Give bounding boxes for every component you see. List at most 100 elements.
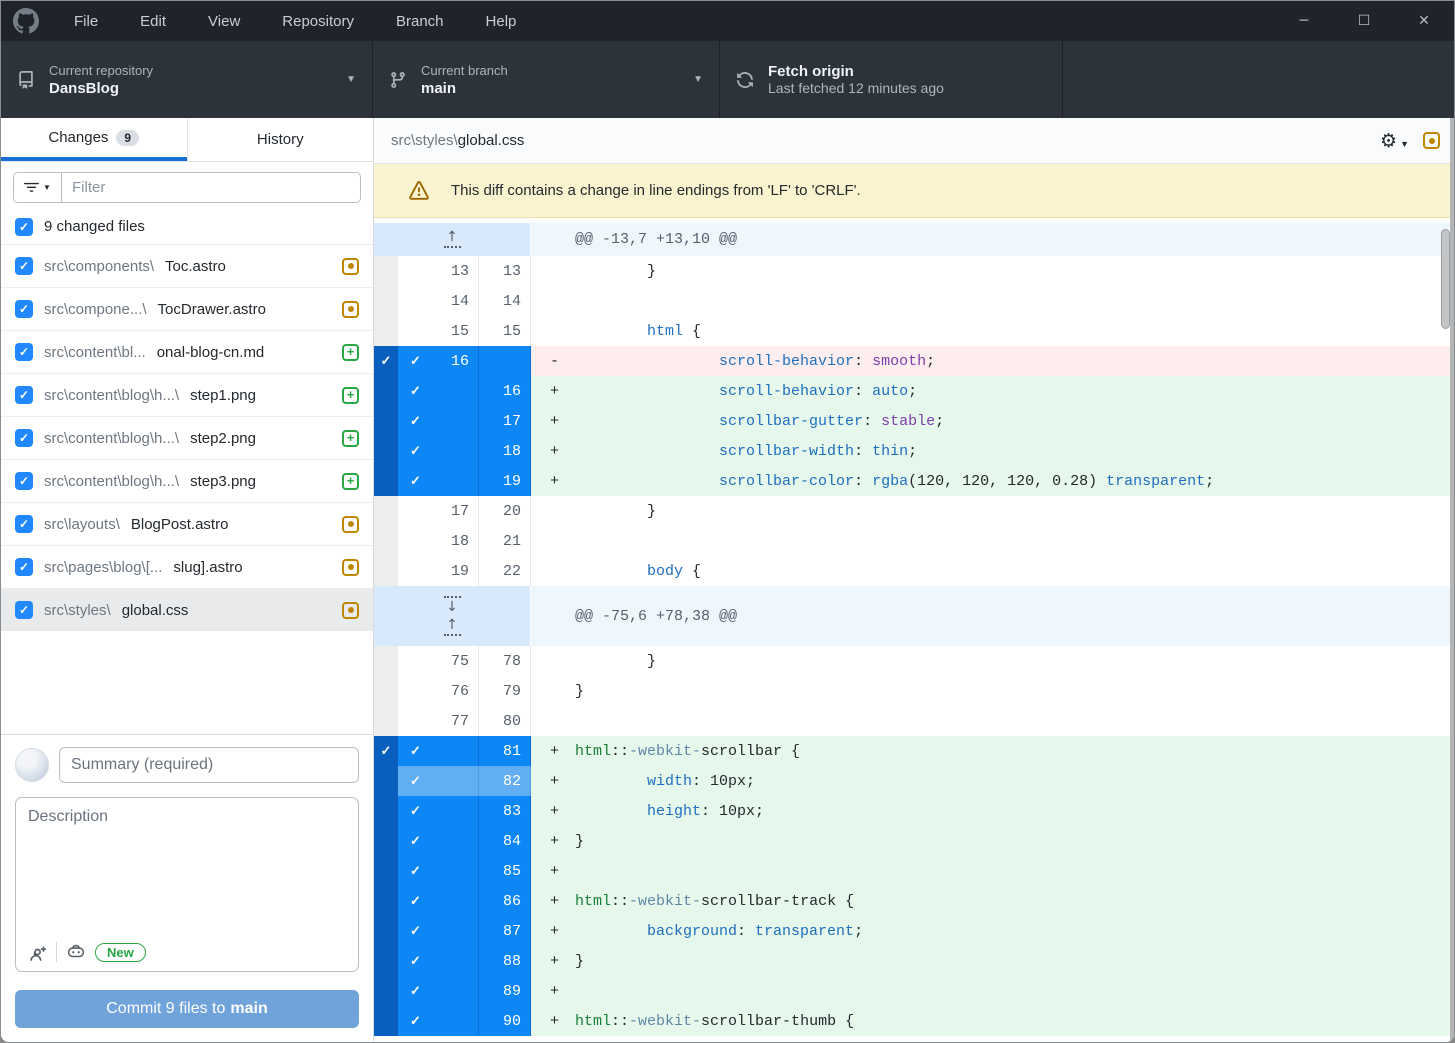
diff-scrollbar-track[interactable] <box>1450 118 1454 1042</box>
diff-line-add[interactable]: ✓90+html::-webkit-scrollbar-thumb { <box>374 1006 1454 1036</box>
line-check-icon[interactable]: ✓ <box>410 893 421 909</box>
hunk-select-gutter[interactable] <box>374 766 398 796</box>
tab-history[interactable]: History <box>187 118 374 161</box>
line-checkbox-gutter[interactable]: ✓ <box>398 886 479 916</box>
line-check-icon[interactable]: ✓ <box>410 923 421 939</box>
diff-line-add[interactable]: ✓85+ <box>374 856 1454 886</box>
line-checkbox-gutter[interactable]: ✓ <box>398 1006 479 1036</box>
line-check-icon[interactable]: ✓ <box>410 773 421 789</box>
line-checkbox-gutter[interactable]: ✓ <box>398 856 479 886</box>
hunk-select-gutter[interactable] <box>374 436 398 466</box>
diff-line-add[interactable]: ✓19+ scrollbar-color: rgba(120, 120, 120… <box>374 466 1454 496</box>
line-checkbox-gutter[interactable]: ✓ <box>398 466 479 496</box>
file-row[interactable]: ✓src\pages\blog\[...slug].astro <box>1 545 373 588</box>
line-check-icon[interactable]: ✓ <box>410 383 421 399</box>
line-check-icon[interactable]: ✓ <box>410 473 421 489</box>
filter-options-button[interactable]: ▼ <box>14 173 62 202</box>
hunk-select-gutter[interactable] <box>374 406 398 436</box>
menu-repository[interactable]: Repository <box>261 1 375 41</box>
hunk-select-gutter[interactable] <box>374 796 398 826</box>
file-checkbox[interactable]: ✓ <box>15 515 33 533</box>
file-checkbox[interactable]: ✓ <box>15 257 33 275</box>
fetch-origin-button[interactable]: Fetch origin Last fetched 12 minutes ago <box>720 41 1063 118</box>
diff-line-add[interactable]: ✓84+} <box>374 826 1454 856</box>
diff-line-add[interactable]: ✓83+ height: 10px; <box>374 796 1454 826</box>
expand-up-icon[interactable]: ↑ <box>444 231 461 249</box>
copilot-icon[interactable] <box>67 943 85 961</box>
menu-file[interactable]: File <box>53 1 119 41</box>
line-checkbox-gutter[interactable]: ✓ <box>398 826 479 856</box>
hunk-select-gutter[interactable] <box>374 916 398 946</box>
line-check-icon[interactable]: ✓ <box>410 833 421 849</box>
commit-description-input[interactable]: Description New <box>15 797 359 972</box>
hunk-select-gutter[interactable] <box>374 1006 398 1036</box>
line-checkbox-gutter[interactable]: ✓ <box>398 736 479 766</box>
diff-line-add[interactable]: ✓✓81+html::-webkit-scrollbar { <box>374 736 1454 766</box>
hunk-select-gutter[interactable] <box>374 826 398 856</box>
diff-line-add[interactable]: ✓82+ width: 10px; <box>374 766 1454 796</box>
select-all-files-row[interactable]: ✓ 9 changed files <box>1 213 373 244</box>
diff-line-del[interactable]: ✓✓16- scroll-behavior: smooth; <box>374 346 1454 376</box>
line-check-icon[interactable]: ✓ <box>410 443 421 459</box>
line-checkbox-gutter[interactable]: ✓ <box>398 376 479 406</box>
tab-changes[interactable]: Changes 9 <box>1 118 187 161</box>
line-check-icon[interactable]: ✓ <box>410 743 421 759</box>
file-row[interactable]: ✓src\styles\global.css <box>1 588 373 631</box>
file-checkbox[interactable]: ✓ <box>15 300 33 318</box>
file-row[interactable]: ✓src\content\bl...onal-blog-cn.md <box>1 330 373 373</box>
minimize-button[interactable]: ─ <box>1274 1 1334 41</box>
line-check-icon[interactable]: ✓ <box>410 1013 421 1029</box>
expand-down-icon[interactable]: ↓ <box>444 595 461 613</box>
line-checkbox-gutter[interactable]: ✓ <box>398 436 479 466</box>
diff-line-add[interactable]: ✓16+ scroll-behavior: auto; <box>374 376 1454 406</box>
commit-button[interactable]: Commit 9 files to main <box>15 990 359 1028</box>
current-repository-button[interactable]: Current repository DansBlog ▼ <box>1 41 373 118</box>
line-checkbox-gutter[interactable]: ✓ <box>398 946 479 976</box>
line-checkbox-gutter[interactable]: ✓ <box>398 916 479 946</box>
expand-up-icon[interactable]: ↑ <box>444 619 461 637</box>
file-row[interactable]: ✓src\content\blog\h...\step3.png <box>1 459 373 502</box>
line-check-icon[interactable]: ✓ <box>410 803 421 819</box>
file-row[interactable]: ✓src\content\blog\h...\step2.png <box>1 416 373 459</box>
diff-options-button[interactable]: ⚙▼ <box>1380 130 1409 152</box>
line-check-icon[interactable]: ✓ <box>410 863 421 879</box>
diff-scrollbar-thumb[interactable] <box>1441 229 1450 329</box>
filter-input[interactable]: Filter <box>62 173 360 202</box>
diff-line-add[interactable]: ✓88+} <box>374 946 1454 976</box>
hunk-select-gutter[interactable] <box>374 886 398 916</box>
diff-line-add[interactable]: ✓87+ background: transparent; <box>374 916 1454 946</box>
close-button[interactable]: ✕ <box>1394 1 1454 41</box>
diff-line-add[interactable]: ✓86+html::-webkit-scrollbar-track { <box>374 886 1454 916</box>
line-check-icon[interactable]: ✓ <box>410 983 421 999</box>
hunk-select-gutter[interactable] <box>374 376 398 406</box>
hunk-select-gutter[interactable] <box>374 976 398 1006</box>
hunk-expand-gutter[interactable]: ↑ <box>374 223 531 256</box>
line-checkbox-gutter[interactable]: ✓ <box>398 796 479 826</box>
diff-line-add[interactable]: ✓89+ <box>374 976 1454 1006</box>
file-checkbox[interactable]: ✓ <box>15 472 33 490</box>
menu-view[interactable]: View <box>187 1 261 41</box>
file-row[interactable]: ✓src\components\Toc.astro <box>1 244 373 287</box>
menu-branch[interactable]: Branch <box>375 1 465 41</box>
file-checkbox[interactable]: ✓ <box>15 343 33 361</box>
hunk-select-gutter[interactable] <box>374 856 398 886</box>
hunk-select-gutter[interactable]: ✓ <box>374 736 398 766</box>
hunk-expand-gutter[interactable]: ↓↑ <box>374 586 531 646</box>
line-checkbox-gutter[interactable]: ✓ <box>398 406 479 436</box>
line-check-icon[interactable]: ✓ <box>410 953 421 969</box>
file-row[interactable]: ✓src\compone...\TocDrawer.astro <box>1 287 373 330</box>
maximize-button[interactable]: ☐ <box>1334 1 1394 41</box>
line-checkbox-gutter[interactable]: ✓16 <box>398 346 479 376</box>
file-checkbox[interactable]: ✓ <box>15 429 33 447</box>
file-checkbox[interactable]: ✓ <box>15 558 33 576</box>
hunk-select-gutter[interactable] <box>374 466 398 496</box>
select-all-checkbox[interactable]: ✓ <box>15 218 33 236</box>
menu-edit[interactable]: Edit <box>119 1 187 41</box>
hunk-select-gutter[interactable] <box>374 946 398 976</box>
diff-line-add[interactable]: ✓17+ scrollbar-gutter: stable; <box>374 406 1454 436</box>
file-row[interactable]: ✓src\layouts\BlogPost.astro <box>1 502 373 545</box>
current-branch-button[interactable]: Current branch main ▼ <box>373 41 720 118</box>
line-checkbox-gutter[interactable]: ✓ <box>398 976 479 1006</box>
line-check-icon[interactable]: ✓ <box>410 353 421 369</box>
file-checkbox[interactable]: ✓ <box>15 386 33 404</box>
